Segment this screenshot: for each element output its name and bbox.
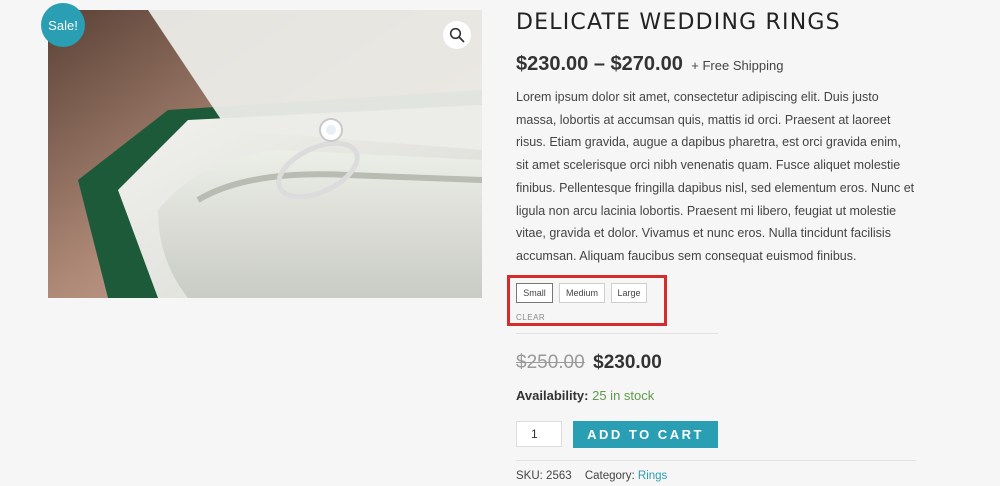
category-link[interactable]: Rings xyxy=(638,470,667,482)
stock-status: 25 in stock xyxy=(592,388,655,403)
sale-price: $230.00 xyxy=(593,352,662,373)
variation-price: $250.00 $230.00 xyxy=(516,352,662,374)
divider xyxy=(516,333,718,334)
sku-label: SKU: xyxy=(516,470,543,482)
quantity-input[interactable]: 1 xyxy=(516,421,562,447)
price-range-amount: $230.00 – $270.00 xyxy=(516,53,683,75)
variation-small-button[interactable]: Small xyxy=(516,283,553,303)
price-range: $230.00 – $270.00 + Free Shipping xyxy=(516,53,783,76)
variation-large-button[interactable]: Large xyxy=(611,283,647,303)
shipping-note: + Free Shipping xyxy=(691,58,784,73)
category-label: Category: xyxy=(584,470,635,482)
sale-badge: Sale! xyxy=(41,3,85,47)
variation-medium-button[interactable]: Medium xyxy=(559,283,605,303)
availability-label: Availability: xyxy=(516,388,589,403)
zoom-button[interactable] xyxy=(443,21,471,49)
product-description: Lorem ipsum dolor sit amet, consectetur … xyxy=(516,90,915,263)
old-price: $250.00 xyxy=(516,352,585,373)
sku-value: 2563 xyxy=(546,470,572,482)
product-title: DELICATE WEDDING RINGS xyxy=(516,10,841,35)
product-image[interactable] xyxy=(48,10,482,298)
clear-variations-link[interactable]: CLEAR xyxy=(516,313,545,322)
availability: Availability: 25 in stock xyxy=(516,388,654,403)
product-meta: SKU: 2563 Category: Rings xyxy=(516,470,667,482)
divider xyxy=(516,460,916,461)
add-to-cart-button[interactable]: ADD TO CART xyxy=(573,421,718,448)
magnifier-icon xyxy=(449,27,465,43)
